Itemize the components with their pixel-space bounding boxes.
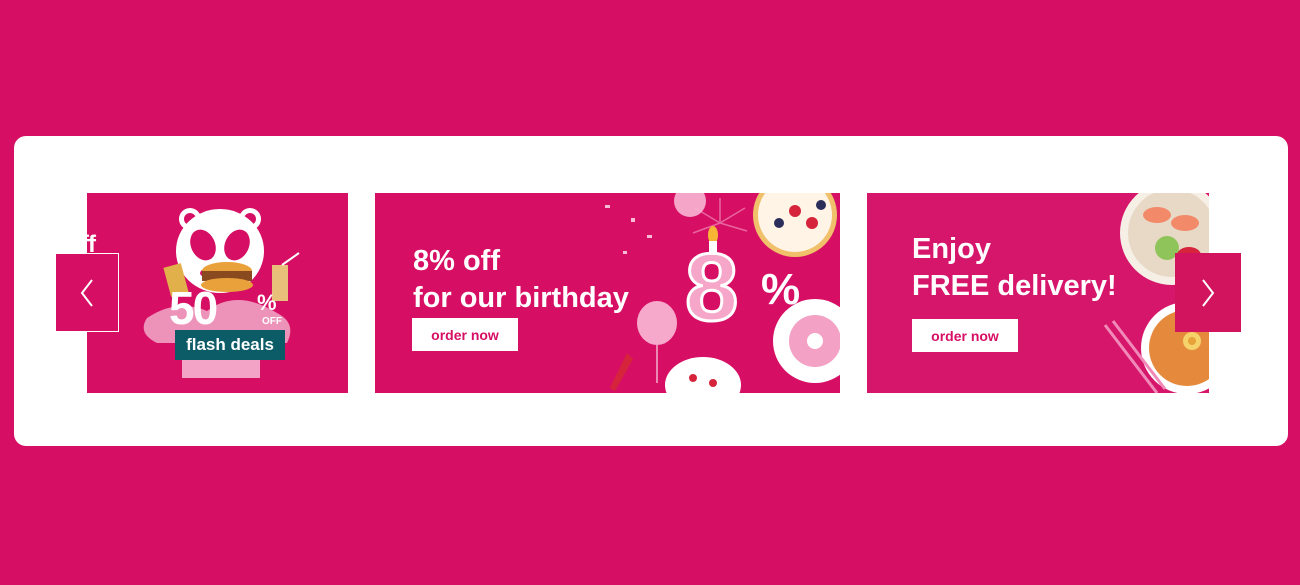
panda-icon	[143, 208, 300, 378]
carousel-track: ff	[87, 193, 1209, 393]
order-now-button[interactable]: order now	[412, 318, 518, 351]
slide-headline: 8% off for our birthday	[413, 245, 629, 314]
birthday-big-percent: %	[761, 265, 801, 314]
deal-percent: %	[257, 290, 277, 315]
slide-birthday[interactable]: 8 % 8% off for our birthday order now	[375, 193, 840, 393]
birthday-big-digit: 8	[683, 233, 739, 343]
order-now-button[interactable]: order now	[912, 319, 1018, 352]
slide-free-delivery[interactable]: Enjoy FREE delivery! order now	[867, 193, 1209, 393]
chevron-left-icon	[80, 278, 93, 307]
carousel-next-button[interactable]	[1175, 253, 1241, 332]
chevron-right-icon	[1202, 278, 1215, 307]
deal-banner: flash deals	[175, 330, 285, 360]
slide-headline: Enjoy FREE delivery!	[912, 233, 1117, 302]
promo-carousel: ff	[14, 136, 1288, 446]
carousel-prev-button[interactable]	[55, 253, 119, 332]
slide-flash-deals[interactable]: ff	[87, 193, 348, 393]
deal-off-label: OFF	[262, 316, 282, 327]
deal-value: 50	[169, 282, 218, 334]
